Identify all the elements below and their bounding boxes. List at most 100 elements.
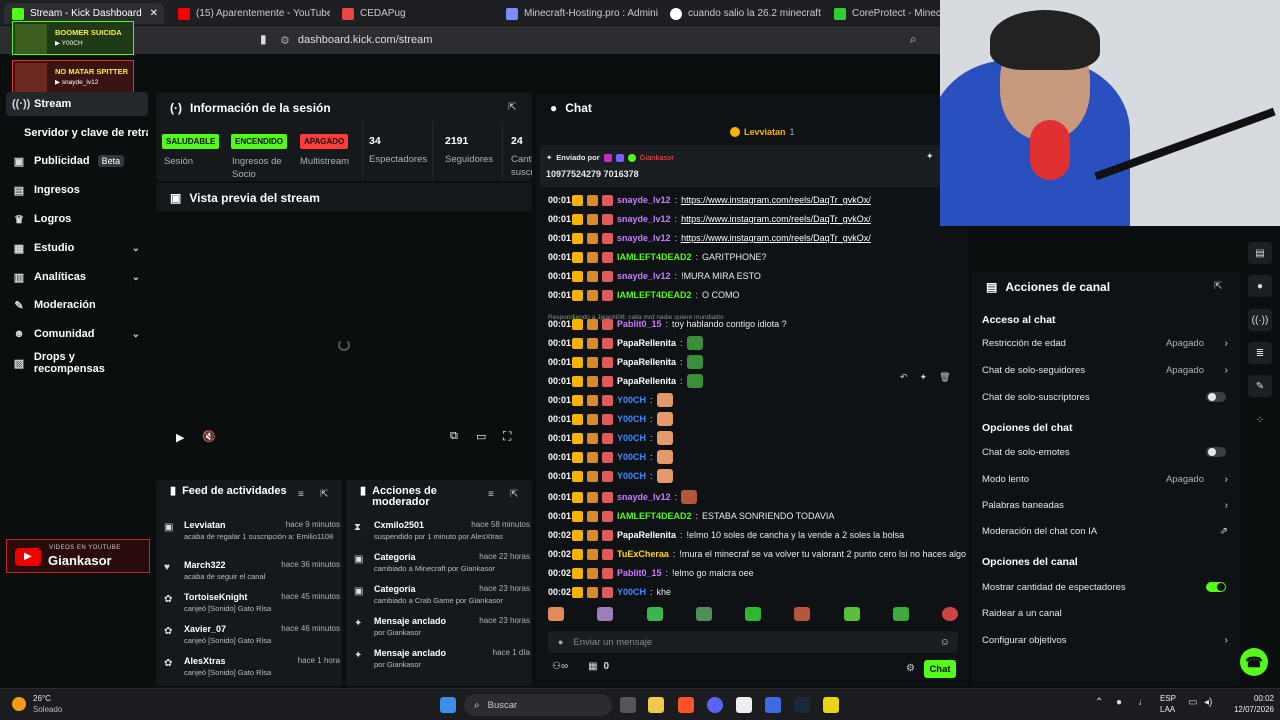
chat-message[interactable]: 00:01 snayde_lv12: !MURA MIRA ESTO — [548, 267, 761, 285]
feed-user[interactable]: AlesXtras — [184, 656, 226, 666]
feed-user[interactable]: March322 — [184, 560, 226, 570]
chat-username[interactable]: IAMLEFT4DEAD2 — [617, 511, 692, 521]
row-age-restriction[interactable]: Restricción de edad Apagado › — [982, 332, 1232, 354]
chat-username[interactable]: Y00CH — [617, 433, 646, 443]
chat-username[interactable]: Y00CH — [617, 452, 646, 462]
emote-icon[interactable] — [695, 607, 712, 621]
chat-link[interactable]: https://www.instagram.com/reels/DaqTr_gv… — [681, 195, 871, 205]
chat-username[interactable]: Y00CH — [617, 414, 646, 424]
mod-action-title[interactable]: Categoría — [374, 584, 416, 594]
sidebar-item-logros[interactable]: ♛ Logros — [6, 207, 148, 231]
network-icon[interactable]: ▭ — [1188, 697, 1197, 708]
delete-icon[interactable]: 🗑 — [939, 372, 950, 383]
chat-message[interactable]: 00:02 Y00CH: khe — [548, 583, 671, 601]
emote-icon[interactable] — [843, 607, 860, 621]
notepad-icon[interactable] — [736, 697, 752, 713]
rail-document-icon[interactable]: ▤ — [1248, 242, 1272, 264]
taskbar-search[interactable]: ⌕ Buscar — [464, 694, 612, 716]
link-icon[interactable]: ⚇∞ — [552, 661, 568, 672]
lang-primary[interactable]: ESP — [1160, 694, 1176, 703]
chat-message[interactable]: 00:01 PapaRellenita: — [548, 353, 703, 371]
chat-username[interactable]: Y00CH — [617, 471, 646, 481]
mod-action-title[interactable]: Mensaje anclado — [374, 616, 446, 626]
close-tab-icon[interactable]: ✕ — [150, 8, 158, 19]
chat-message[interactable]: 00:01 IAMLEFT4DEAD2: GARITPHONE? — [548, 248, 767, 266]
expand-icon[interactable]: ⇱ — [510, 489, 518, 500]
sticky-notes-icon[interactable] — [823, 697, 839, 713]
chat-username[interactable]: TuExCheraa — [617, 549, 669, 559]
chat-message[interactable]: 00:01 snayde_lv12: https://www.instagram.c… — [548, 210, 871, 228]
settings-gear-icon[interactable]: ⚙ — [906, 663, 915, 674]
chat-message[interactable]: 00:01 snayde_lv12: https://www.instagram.c… — [548, 191, 871, 209]
row-followers-only[interactable]: Chat de solo-seguidores Apagado › — [982, 359, 1232, 381]
steam-icon[interactable] — [794, 697, 810, 713]
tab-youtube[interactable]: (15) Aparentemente - YouTube — [170, 3, 330, 24]
emote-icon[interactable] — [548, 607, 564, 621]
send-chat-button[interactable]: Chat — [924, 660, 956, 678]
tab-coreprotect[interactable]: CoreProtect - Minecraft Pl — [826, 3, 940, 24]
chat-username[interactable]: PapaRellenita — [617, 530, 676, 540]
row-configure-goals[interactable]: Configurar objetivos › — [982, 629, 1232, 651]
file-explorer-icon[interactable] — [648, 697, 664, 713]
chat-username[interactable]: snayde_lv12 — [617, 271, 671, 281]
sidebar-item-drops[interactable]: ▧ Drops y recompensas — [6, 351, 148, 375]
url-field[interactable]: ⚙ dashboard.kick.com/stream — [280, 30, 940, 50]
chat-username[interactable]: snayde_lv12 — [617, 195, 671, 205]
row-raid-channel[interactable]: Raidear a un canal — [982, 602, 1232, 624]
chat-message[interactable]: 00:01 Y00CH: — [548, 429, 673, 447]
brave-browser-icon[interactable] — [678, 697, 694, 713]
emote-icon[interactable] — [942, 607, 958, 621]
reply-icon[interactable]: ↶ — [900, 372, 908, 383]
emote-icon[interactable] — [745, 607, 761, 621]
tab-minecraft-hosting[interactable]: Minecraft-Hosting.pro : Administra tu — [498, 3, 658, 24]
chat-message[interactable]: 00:02 PapaRellenita: !elmo 10 soles de can… — [548, 526, 904, 544]
zoom-icon[interactable]: ⌕ — [910, 32, 917, 47]
sidebar-item-server-key[interactable]: Servidor y clave de retransmisión — [6, 121, 148, 145]
chat-message[interactable]: 00:01 PapaRellenita: — [548, 372, 703, 390]
clock-time[interactable]: 00:02 — [1226, 694, 1274, 703]
feed-user[interactable]: Xavier_07 — [184, 624, 226, 634]
emote-icon[interactable] — [892, 607, 909, 621]
volume-icon[interactable]: ◂) — [1204, 697, 1212, 708]
app-icon[interactable] — [765, 697, 781, 713]
sidebar-item-analiticas[interactable]: ▥ Analíticas ⌄ — [6, 265, 148, 289]
expand-icon[interactable]: ⇱ — [1214, 281, 1222, 292]
task-view-icon[interactable] — [620, 697, 636, 713]
microphone-icon[interactable]: ♩ — [1138, 697, 1148, 708]
emote-icon[interactable] — [646, 607, 663, 621]
chat-username[interactable]: Y00CH — [617, 587, 646, 597]
chat-message[interactable]: 00:01 snayde_lv12: https://www.instagram.c… — [548, 229, 871, 247]
chat-message[interactable]: 00:01 Y00CH: — [548, 448, 673, 466]
sidebar-item-stream[interactable]: ((·)) Stream — [6, 92, 148, 116]
unpin-icon[interactable]: ✦ — [926, 151, 934, 162]
chat-message[interactable]: 00:01 IAMLEFT4DEAD2: O COMO — [548, 286, 740, 304]
site-info-icon[interactable]: ⚙ — [280, 34, 290, 47]
chat-username[interactable]: snayde_lv12 — [617, 233, 671, 243]
subscribers-only-toggle[interactable] — [1206, 392, 1226, 402]
tray-app-icon[interactable]: ● — [1116, 697, 1122, 708]
fullscreen-icon[interactable]: ⛶ — [503, 429, 511, 444]
mod-action-title[interactable]: Mensaje anclado — [374, 648, 446, 658]
points-icon[interactable]: ▦ — [588, 661, 597, 672]
chat-message[interactable]: 00:01 PapaRellenita: — [548, 334, 703, 352]
emote-icon[interactable] — [597, 607, 614, 621]
chat-message[interactable]: 00:01 snayde_lv12: — [548, 488, 698, 506]
mute-icon[interactable]: 🔇 — [202, 430, 216, 443]
chat-input[interactable]: ● Enviar un mensaje ☺ — [548, 631, 958, 653]
theater-icon[interactable]: ▭ — [476, 430, 486, 443]
chat-username[interactable]: snayde_lv12 — [617, 492, 671, 502]
emoji-icon[interactable]: ☺ — [940, 637, 950, 648]
sidebar-item-estudio[interactable]: ▦ Estudio ⌄ — [6, 236, 148, 260]
expand-icon[interactable]: ⇱ — [320, 489, 328, 500]
sidebar-item-comunidad[interactable]: ☻ Comunidad ⌄ — [6, 322, 148, 346]
rail-broadcast-icon[interactable]: ((·)) — [1248, 309, 1272, 331]
bookmark-icon[interactable]: ▮ — [260, 32, 267, 46]
chat-message[interactable]: 00:01 IAMLEFT4DEAD2: ESTABA SONRIENDO TODA… — [548, 507, 834, 525]
chat-message[interactable]: 00:02 TuExCheraa: !mura el minecraf se va … — [548, 545, 966, 563]
chat-username[interactable]: snayde_lv12 — [617, 214, 671, 224]
tab-google-search[interactable]: cuando salio la 26.2 minecraft - Busca — [662, 3, 822, 24]
chat-username[interactable]: Y00CH — [617, 395, 646, 405]
row-banned-words[interactable]: Palabras baneadas › — [982, 494, 1232, 516]
chat-username[interactable]: PapaRellenita — [617, 376, 676, 386]
chat-message[interactable]: 00:02 Pablit0_15: !elmo go maicra oee — [548, 564, 754, 582]
